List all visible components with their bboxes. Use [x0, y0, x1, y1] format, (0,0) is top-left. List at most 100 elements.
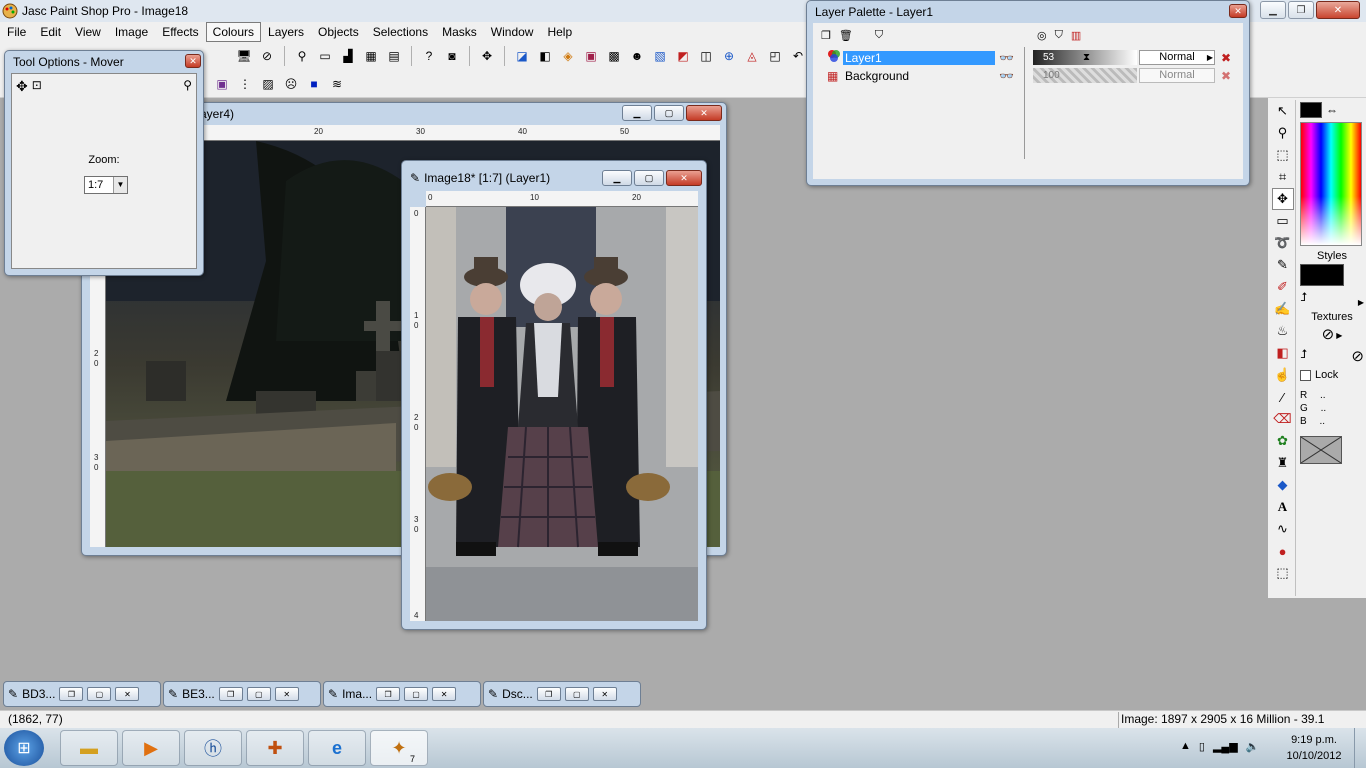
effect-4-icon[interactable]: ▣ [581, 46, 601, 66]
show-hidden-icons[interactable]: ▲ [1180, 740, 1191, 753]
freehand-icon[interactable]: ➰ [1272, 232, 1294, 254]
close-button[interactable]: ✕ [115, 687, 140, 701]
mask-icon[interactable]: ⛉ [875, 29, 883, 42]
effect-10-icon[interactable]: ◰ [765, 46, 785, 66]
mover-icon[interactable]: ✥ [1271, 188, 1294, 210]
tool-options-titlebar[interactable]: Tool Options - Mover ✕ [5, 51, 203, 73]
effect-8-icon[interactable]: ◫ [696, 46, 716, 66]
layer-palette-titlebar[interactable]: Layer Palette - Layer1 ✕ [807, 1, 1249, 23]
chevron-down-icon[interactable]: ▼ [113, 177, 127, 193]
show-desktop-button[interactable] [1354, 728, 1366, 768]
no-texture-icon[interactable]: ⊘ [1322, 325, 1335, 343]
close-button[interactable]: ✕ [666, 170, 702, 186]
retouch-icon[interactable]: ☝ [1272, 364, 1294, 386]
null-colour-swatch[interactable] [1300, 436, 1342, 464]
monitor-icon[interactable]: 🖥 [234, 46, 254, 66]
effect-6-icon[interactable]: ▧ [650, 46, 670, 66]
zoom-icon[interactable]: ⚲ [1272, 122, 1294, 144]
maximize-button[interactable]: ▢ [87, 687, 112, 701]
tool-options-window[interactable]: Tool Options - Mover ✕ ✥ ⊡ ⚲ Zoom: 1:7 ▼ [4, 50, 204, 276]
menu-image[interactable]: Image [108, 22, 155, 42]
crop-icon[interactable]: ⌗ [1272, 166, 1294, 188]
magnifier-icon[interactable]: ⚲ [292, 46, 312, 66]
face-icon[interactable]: ☹ [281, 74, 301, 94]
selection-icon[interactable]: ▭ [1272, 210, 1294, 232]
pin-icon[interactable]: ⚲ [183, 78, 192, 92]
undo-arrow-icon[interactable]: ↶ [788, 46, 808, 66]
trash-icon[interactable]: 🗑 [839, 29, 853, 42]
move-arrows-icon[interactable]: ✥ [16, 78, 28, 95]
menu-window[interactable]: Window [484, 22, 541, 42]
maximize-button[interactable]: ▢ [654, 105, 684, 121]
frame-icon[interactable]: ▣ [212, 74, 232, 94]
flood-fill-icon[interactable]: ◆ [1272, 474, 1294, 496]
minimize-button[interactable]: ▁ [1260, 1, 1286, 19]
device-icon[interactable]: ▯ [1199, 740, 1205, 753]
menu-file[interactable]: File [0, 22, 33, 42]
chevron-right-icon[interactable]: ▶ [1358, 298, 1364, 307]
menu-effects[interactable]: Effects [155, 22, 205, 42]
effect-3-icon[interactable]: ◈ [558, 46, 578, 66]
colour-replacer-icon[interactable]: ◧ [1272, 342, 1294, 364]
volume-icon[interactable]: 🔈 [1246, 740, 1260, 753]
menu-colours[interactable]: Colours [205, 22, 262, 42]
image-window-image18[interactable]: ✎ Image18* [1:7] (Layer1) ▁ ▢ ✕ 0 10 20 … [401, 160, 707, 630]
no-texture-icon[interactable]: ⊘ [1351, 347, 1364, 365]
maximize-button[interactable]: ▢ [404, 687, 429, 701]
stripes-icon[interactable]: ≋ [327, 74, 347, 94]
glasses-icon[interactable]: 👓 [999, 69, 1014, 83]
select-layer-icon[interactable]: ⊡ [32, 78, 42, 95]
layer-row-background[interactable]: ▦ Background 👓 [827, 67, 1023, 84]
menu-selections[interactable]: Selections [366, 22, 435, 42]
start-button[interactable]: ⊞ [4, 730, 44, 766]
effect-5-icon[interactable]: ▩ [604, 46, 624, 66]
close-button[interactable]: ✕ [274, 687, 299, 701]
opacity-slider[interactable]: 100 [1033, 68, 1137, 83]
maximize-button[interactable]: ▢ [564, 687, 589, 701]
minimized-window-dsc[interactable]: ✎ Dsc... ❐ ▢ ✕ [483, 681, 641, 707]
paintshop-taskbar-button[interactable]: ✦ 7 [370, 730, 428, 766]
layer-group-icon[interactable]: ▥ [1071, 29, 1081, 42]
blue-square-icon[interactable]: ■ [304, 74, 324, 94]
portrait-icon[interactable]: ☻ [627, 46, 647, 66]
menu-help[interactable]: Help [540, 22, 579, 42]
blend-mode-select[interactable]: Normal [1139, 68, 1215, 83]
paintbrush-icon[interactable]: ✐ [1272, 276, 1294, 298]
explorer-taskbar-button[interactable]: ▬ [60, 730, 118, 766]
colour-picker[interactable] [1300, 122, 1362, 246]
effect-9-icon[interactable]: ◬ [742, 46, 762, 66]
clock[interactable]: 9:19 p.m. 10/10/2012 [1278, 732, 1350, 764]
blend-mode-select[interactable]: Normal ▶ [1139, 50, 1215, 65]
effect-1-icon[interactable]: ◪ [512, 46, 532, 66]
close-button[interactable]: ✕ [592, 687, 617, 701]
swap-texture-icon[interactable]: ⮥ [1300, 347, 1307, 365]
menu-masks[interactable]: Masks [435, 22, 484, 42]
menu-view[interactable]: View [68, 22, 108, 42]
restore-button[interactable]: ❐ [536, 687, 561, 701]
opacity-slider[interactable]: 53 ⧗ [1033, 50, 1137, 65]
draw-icon[interactable]: ∿ [1272, 518, 1294, 540]
maximize-button[interactable]: ▢ [246, 687, 271, 701]
visibility-icon[interactable]: ◎ [1037, 29, 1047, 42]
close-button[interactable]: ✕ [1316, 1, 1360, 19]
clone-icon[interactable]: ✍ [1272, 298, 1294, 320]
hp-taskbar-button[interactable]: ⓗ [184, 730, 242, 766]
image18-titlebar[interactable]: ✎ Image18* [1:7] (Layer1) ▁ ▢ ✕ [402, 161, 706, 195]
zoom-select[interactable]: 1:7 ▼ [84, 176, 128, 194]
close-button[interactable]: ✕ [432, 687, 457, 701]
picture-tube-icon[interactable]: ✿ [1272, 430, 1294, 452]
close-button[interactable]: ✕ [686, 105, 722, 121]
slider-thumb-icon[interactable]: ⧗ [1083, 50, 1090, 65]
arrow-icon[interactable]: ↖ [1272, 100, 1294, 122]
airbrush-icon[interactable]: ♜ [1272, 452, 1294, 474]
restore-button[interactable]: ❐ [376, 687, 401, 701]
victorian-costume-photo[interactable] [426, 207, 698, 621]
network-signal-icon[interactable]: ▂▄▆ [1213, 740, 1238, 753]
no-mask-icon[interactable]: ✖ [1221, 69, 1231, 83]
restore-button[interactable]: ❐ [1288, 1, 1314, 19]
minimize-button[interactable]: ▁ [602, 170, 632, 186]
maximize-button[interactable]: ▢ [634, 170, 664, 186]
effect-7-icon[interactable]: ◩ [673, 46, 693, 66]
close-button[interactable]: ✕ [1229, 4, 1247, 18]
window-icon[interactable]: ▤ [384, 46, 404, 66]
